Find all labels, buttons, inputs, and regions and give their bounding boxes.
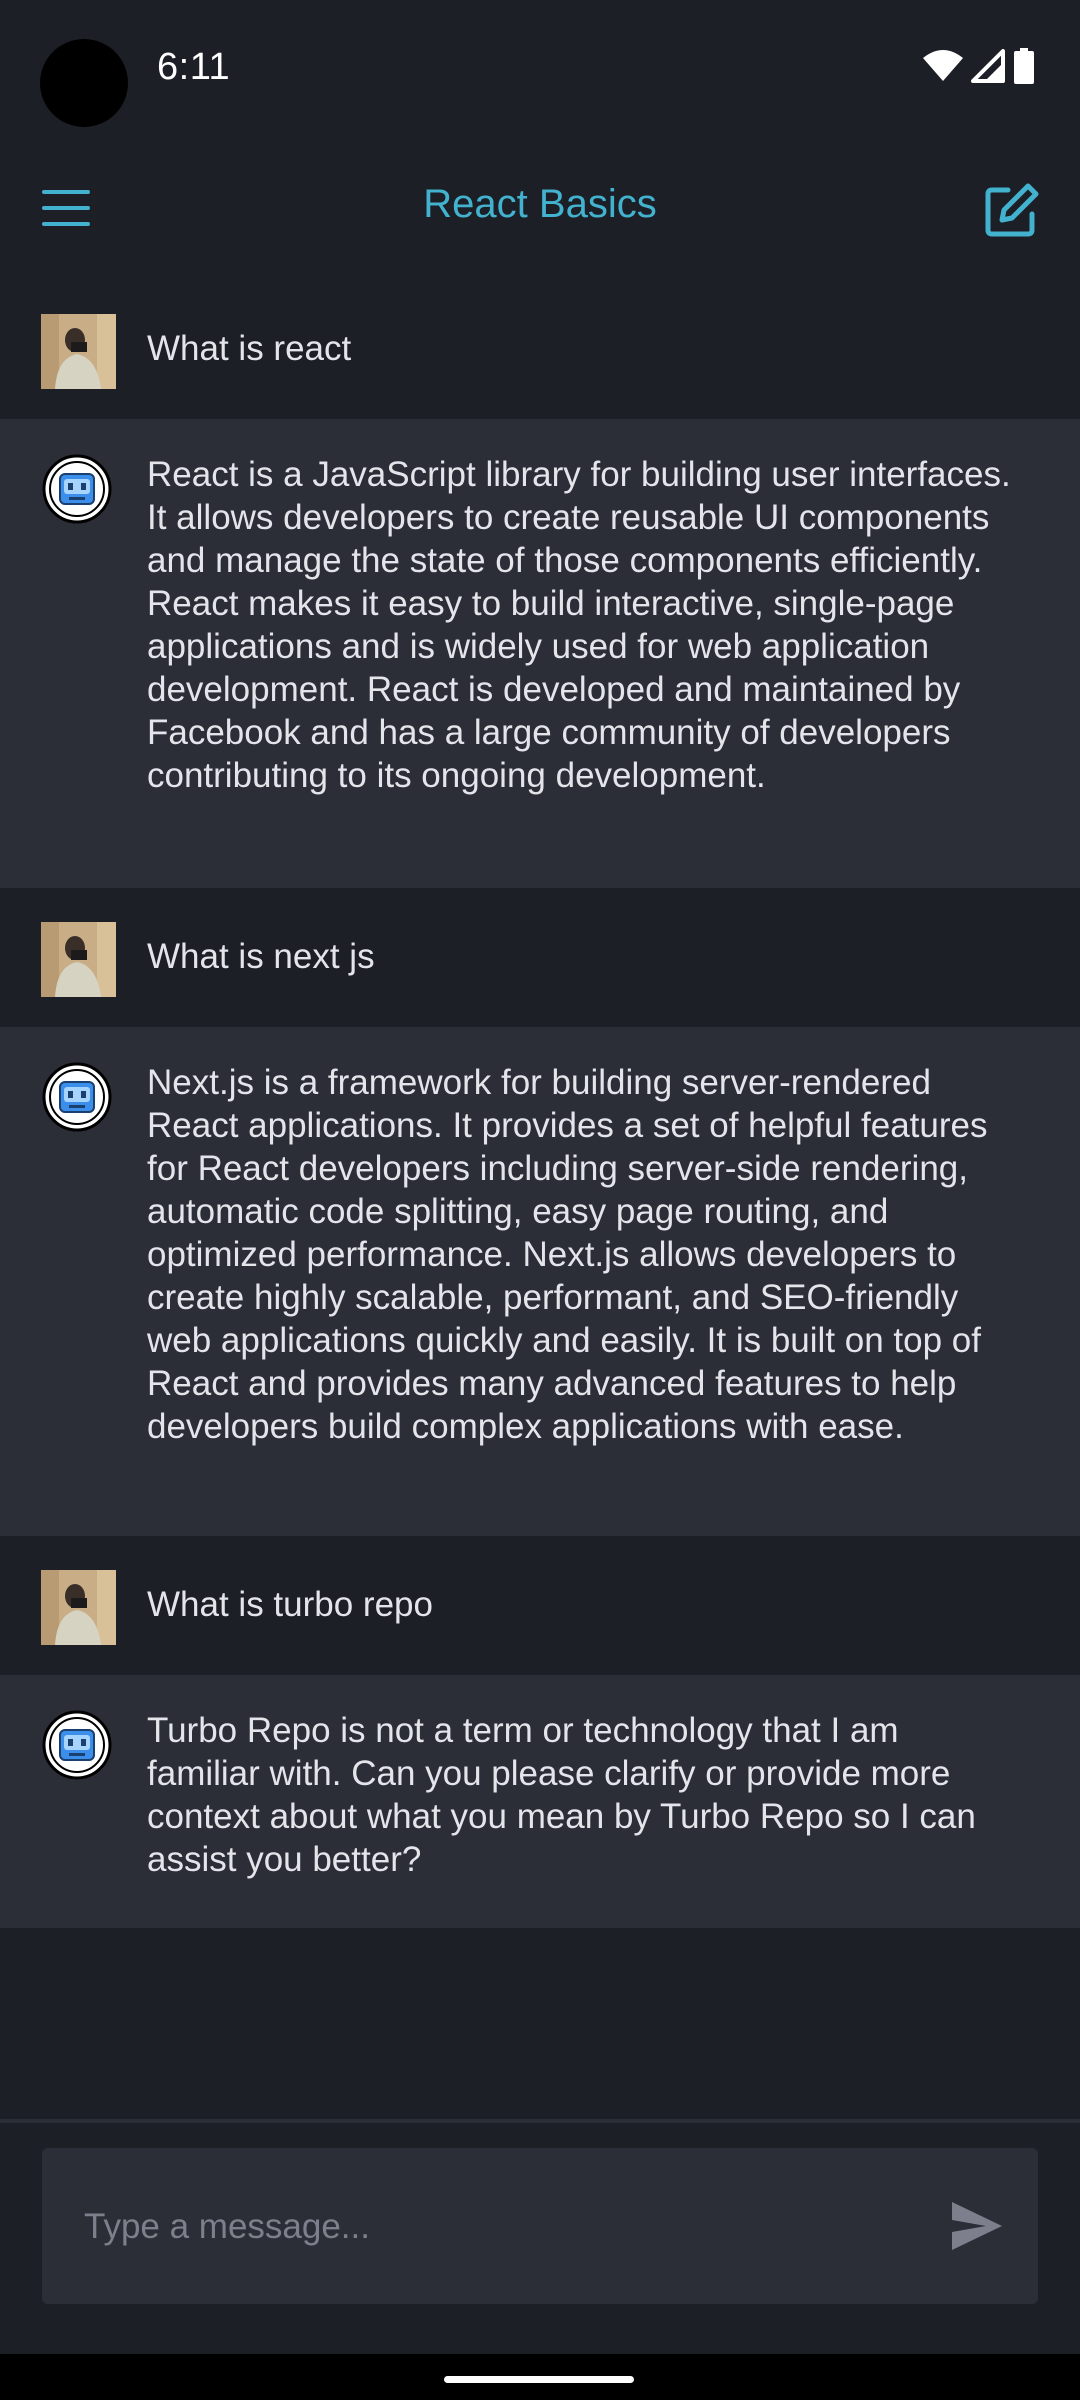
assistant-message-text: Turbo Repo is not a term or technology t… [147, 1711, 976, 1879]
send-icon[interactable] [948, 2198, 1006, 2254]
wifi-icon [923, 50, 963, 81]
user-message-text: What is turbo repo [147, 1585, 433, 1624]
status-icons [923, 48, 1035, 84]
user-avatar [41, 314, 116, 389]
assistant-message-text: Next.js is a framework for building serv… [147, 1063, 988, 1446]
app-header: React Basics [0, 138, 1080, 280]
bot-avatar-icon [42, 454, 112, 524]
user-message: What is react [0, 280, 1080, 419]
message-input[interactable] [82, 2192, 906, 2262]
bot-avatar-icon [42, 1062, 112, 1132]
status-bar: 6:11 [0, 0, 1080, 138]
message-list: What is react React is a JavaScript libr… [0, 280, 1080, 1928]
home-indicator[interactable] [444, 2376, 634, 2383]
status-time: 6:11 [157, 46, 231, 88]
user-avatar [41, 922, 116, 997]
bot-avatar-icon [42, 1710, 112, 1780]
assistant-message-text: React is a JavaScript library for buildi… [147, 455, 1011, 795]
composer-divider [0, 2119, 1080, 2123]
assistant-message: Next.js is a framework for building serv… [0, 1027, 1080, 1536]
user-message: What is next js [0, 888, 1080, 1027]
user-avatar [41, 1570, 116, 1645]
chat-screen: 6:11 React Basics What is react React is… [0, 0, 1080, 2400]
assistant-message: React is a JavaScript library for buildi… [0, 419, 1080, 888]
message-composer [42, 2148, 1038, 2304]
signal-icon [971, 49, 1005, 83]
assistant-message: Turbo Repo is not a term or technology t… [0, 1675, 1080, 1928]
camera-cutout [40, 39, 128, 127]
edit-icon[interactable] [984, 182, 1040, 238]
system-nav-bar [0, 2354, 1080, 2400]
user-message-text: What is react [147, 329, 352, 368]
battery-icon [1014, 48, 1034, 84]
user-message-text: What is next js [147, 937, 375, 976]
user-message: What is turbo repo [0, 1536, 1080, 1675]
page-title: React Basics [423, 182, 657, 226]
